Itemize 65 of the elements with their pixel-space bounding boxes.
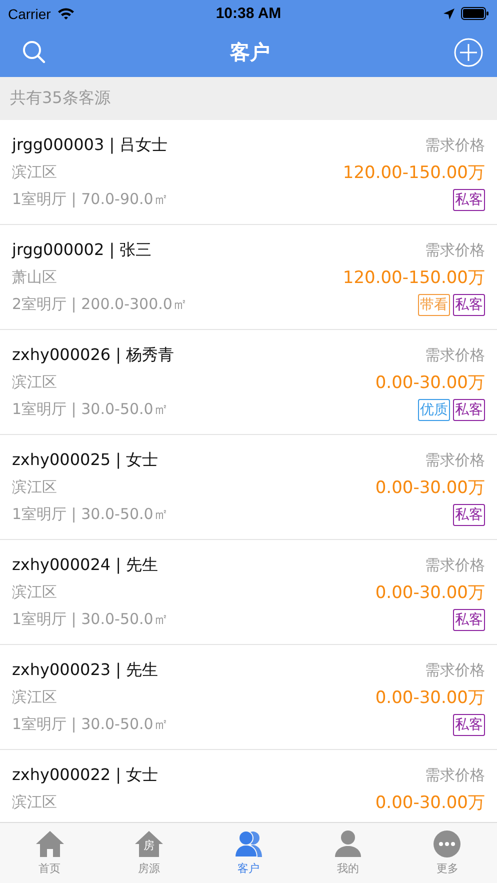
tag-label: 私客 [453,294,485,316]
district-text: 滨江区 [12,373,57,392]
room-spec: 1室明厅 | 70.0-90.0㎡ [12,190,168,209]
person-icon [332,830,363,858]
battery-icon [461,7,489,20]
price-label: 需求价格 [425,556,485,575]
customer-row[interactable]: zxhy000024 | 先生 需求价格 滨江区 0.00-30.00万 1室明厅 | 30.0-50.0㎡ 私客 [0,540,497,645]
add-button[interactable] [454,38,483,66]
tag-label: 私客 [453,714,485,736]
district-text: 滨江区 [12,688,57,707]
room-spec: 1室明厅 | 30.0-50.0㎡ [12,400,168,419]
price-range: 0.00-30.00万 [375,477,485,499]
carrier-name: Carrier [8,6,51,22]
tag-label: 私客 [453,608,485,630]
customer-row[interactable]: zxhy000025 | 女士 需求价格 滨江区 0.00-30.00万 1室明厅 | 30.0-50.0㎡ 私客 [0,435,497,540]
people-icon [234,830,264,858]
price-label: 需求价格 [425,661,485,680]
price-label: 需求价格 [425,451,485,470]
customer-name: zxhy000024 | 先生 [12,555,158,576]
wifi-icon [56,7,75,20]
room-spec: 1室明厅 | 30.0-50.0㎡ [12,505,168,524]
house-icon [34,830,65,858]
customer-name: zxhy000022 | 女士 [12,765,158,786]
customer-row[interactable]: jrgg000003 | 吕女士 需求价格 滨江区 120.00-150.00万 1室明厅 | 70.0-90.0㎡ 私客 [0,120,497,225]
customer-row[interactable]: zxhy000023 | 先生 需求价格 滨江区 0.00-30.00万 1室明厅 | 30.0-50.0㎡ 私客 [0,645,497,750]
price-range: 120.00-150.00万 [342,267,485,289]
room-spec: 1室明厅 | 30.0-50.0㎡ [12,715,168,734]
customer-name: zxhy000023 | 先生 [12,660,158,681]
price-range: 0.00-30.00万 [375,372,485,394]
price-label: 需求价格 [425,241,485,260]
tag-label: 带看 [418,294,450,316]
price-range: 120.00-150.00万 [342,162,485,184]
district-text: 萧山区 [12,268,57,287]
district-text: 滨江区 [12,793,57,812]
add-icon [454,38,483,66]
price-label: 需求价格 [425,766,485,785]
price-range: 0.00-30.00万 [375,792,485,814]
customer-name: zxhy000025 | 女士 [12,450,158,471]
record-count: 共有35条客源 [10,88,110,109]
house-icon: 房 [134,830,164,858]
screen-title: 客户 [230,38,270,66]
room-spec: 2室明厅 | 200.0-300.0㎡ [12,295,188,314]
price-range: 0.00-30.00万 [375,687,485,709]
district-text: 滨江区 [12,478,57,497]
tag-label: 优质 [418,398,450,420]
tag-label: 私客 [453,188,485,210]
district-text: 滨江区 [12,583,57,602]
district-text: 滨江区 [12,163,57,182]
tab-item[interactable]: 客户 [198,823,298,883]
customer-name: zxhy000026 | 杨秀青 [12,345,174,366]
search-icon [22,40,46,64]
customer-row[interactable]: zxhy000026 | 杨秀青 需求价格 滨江区 0.00-30.00万 1室明厅 | 30.0-50.0㎡ 优质 私客 [0,330,497,435]
room-spec: 1室明厅 | 30.0-50.0㎡ [12,610,168,629]
clock-time: 10:38 AM [216,5,282,22]
search-button[interactable] [22,40,46,64]
tag-label: 私客 [453,504,485,526]
more-icon [433,830,462,858]
location-arrow-icon [443,8,455,20]
price-label: 需求价格 [425,346,485,365]
price-label: 需求价格 [425,136,485,155]
tag-label: 私客 [453,398,485,420]
customer-name: jrgg000002 | 张三 [12,240,152,261]
customer-row[interactable]: jrgg000002 | 张三 需求价格 萧山区 120.00-150.00万 2室明厅 | 200.0-300.0㎡ 带看 私客 [0,225,497,330]
customer-name: jrgg000003 | 吕女士 [12,135,168,156]
price-range: 0.00-30.00万 [375,582,485,604]
